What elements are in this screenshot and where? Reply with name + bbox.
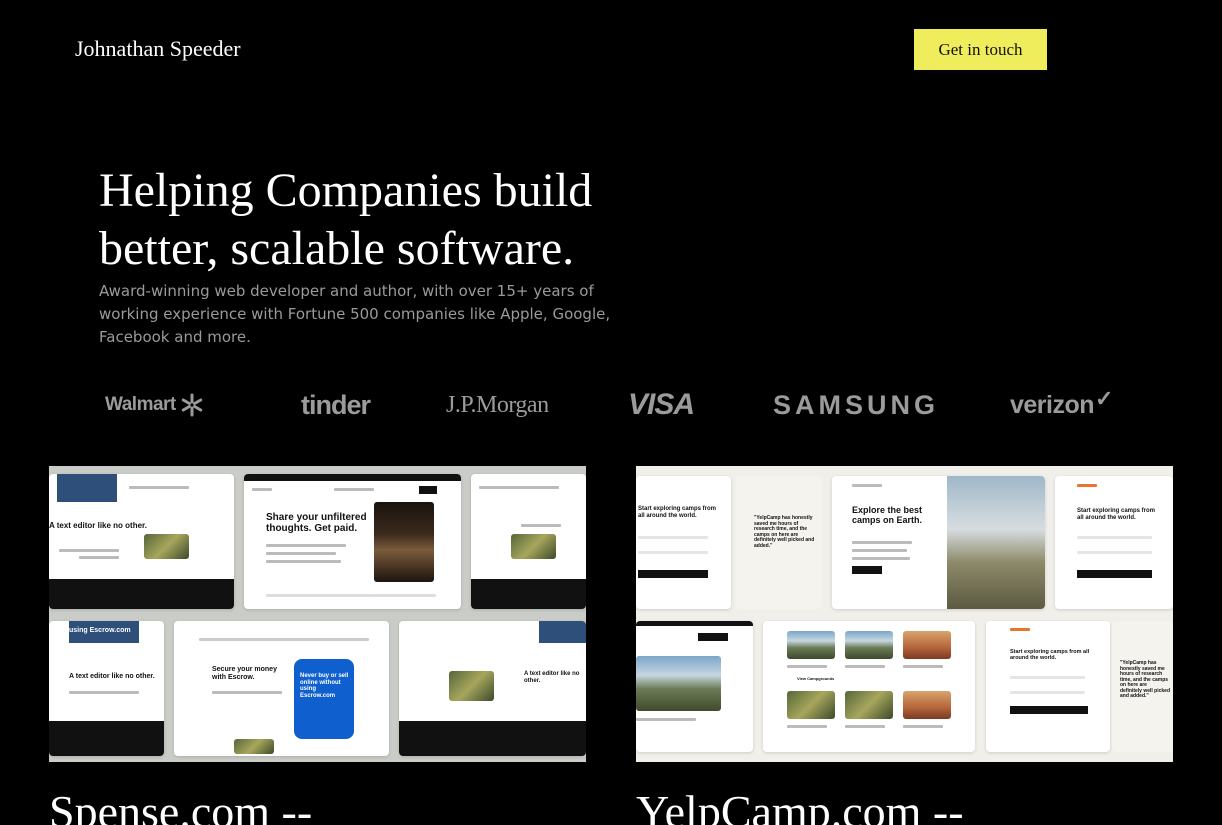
hero-headline: Helping Companies build better, scalable…	[99, 164, 593, 275]
client-logos: Walmart tinder J.P.Morgan VISA SAMSUNG v…	[0, 380, 1222, 430]
yelp-start-heading: Start exploring camps from all around th…	[1077, 508, 1156, 521]
mock-screen: using Escrow.com A text editor like no o…	[49, 621, 164, 756]
spense-editor-heading: A text editor like no other.	[69, 673, 155, 680]
mock-screen: Explore the best camps on Earth.	[832, 476, 1045, 609]
mock-screen: Secure your money with Escrow. Never buy…	[174, 621, 389, 756]
mock-screen	[471, 474, 586, 609]
verizon-logo: verizon ✓	[1010, 380, 1113, 430]
hero-subtext: Award-winning web developer and author, …	[99, 282, 611, 346]
mock-screen: Start exploring camps from all around th…	[636, 476, 731, 609]
mock-screen: View Campgrounds	[763, 621, 975, 752]
get-in-touch-button[interactable]: Get in touch	[914, 29, 1047, 70]
mock-screen: A text editor like no other.	[49, 474, 234, 609]
spense-secure-heading: Secure your money with Escrow.	[212, 666, 277, 681]
spense-hero-heading: Share your unfiltered thoughts. Get paid…	[266, 512, 367, 534]
mock-screen: A text editor like no other.	[399, 621, 586, 756]
project-thumbnail-spense[interactable]: A text editor like no other. Share your …	[49, 466, 586, 762]
hero-section: Helping Companies build better, scalable…	[99, 162, 659, 349]
spense-phone-heading: Never buy or sell online without using E…	[300, 673, 349, 699]
mock-screen: "YelpCamp has honestly saved me hours of…	[736, 476, 822, 609]
mock-screen: Start exploring camps from all around th…	[1055, 476, 1173, 609]
site-header: Johnathan Speeder Get in touch	[0, 0, 1222, 100]
samsung-logo: SAMSUNG	[773, 389, 940, 420]
brand-name[interactable]: Johnathan Speeder	[75, 36, 241, 62]
verizon-logo-text: verizon	[1010, 390, 1095, 419]
mock-screen: "YelpCamp has honestly saved me hours of…	[1112, 621, 1173, 752]
project-card-yelpcamp[interactable]: Start exploring camps from all around th…	[636, 466, 1173, 825]
mock-screen	[636, 621, 753, 752]
tinder-logo: tinder	[301, 389, 371, 420]
project-title-spense[interactable]: Spense.com --	[49, 787, 586, 825]
project-title-yelpcamp[interactable]: YelpCamp.com --	[636, 787, 1173, 825]
walmart-spark-icon	[181, 393, 202, 417]
yelp-quote: "YelpCamp has honestly saved me hours of…	[754, 515, 815, 549]
jpmorgan-logo: J.P.Morgan	[446, 391, 549, 418]
visa-logo: VISA	[628, 388, 695, 421]
verizon-check-icon: ✓	[1095, 386, 1113, 411]
walmart-logo-text: Walmart	[105, 394, 176, 415]
mock-screen: Start exploring camps from all around th…	[986, 621, 1110, 752]
spense-banner-heading: using Escrow.com	[69, 627, 131, 634]
project-card-spense[interactable]: A text editor like no other. Share your …	[49, 466, 586, 825]
mock-screen: Share your unfiltered thoughts. Get paid…	[244, 474, 461, 609]
yelp-explore-heading: Explore the best camps on Earth.	[852, 505, 923, 525]
walmart-logo: Walmart	[105, 380, 204, 430]
yelp-view-campgrounds: View Campgrounds	[797, 676, 835, 681]
project-thumbnail-yelpcamp[interactable]: Start exploring camps from all around th…	[636, 466, 1173, 762]
